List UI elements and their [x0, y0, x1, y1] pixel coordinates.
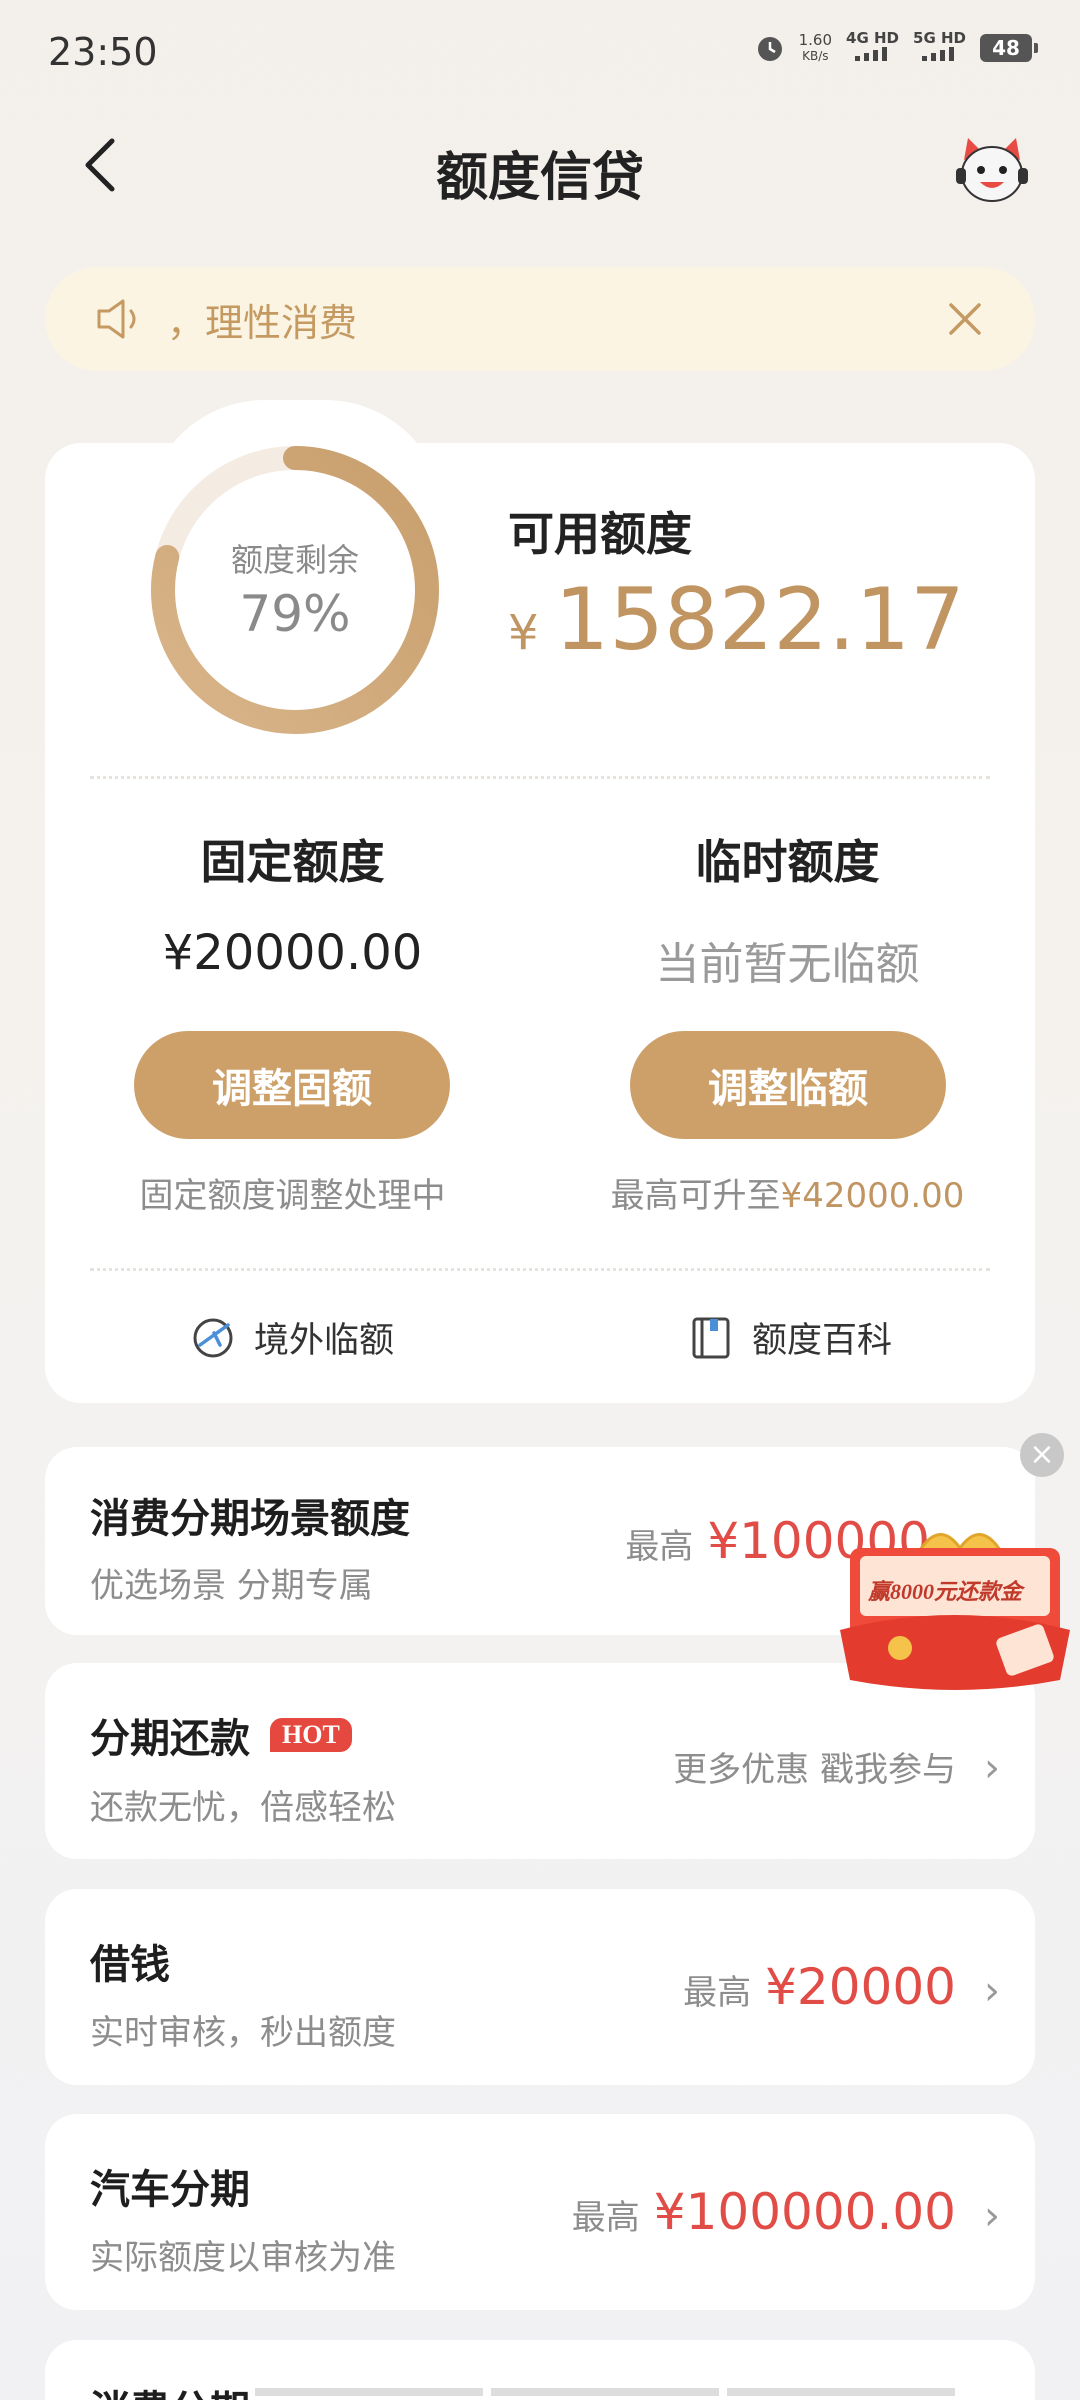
list-item-title: 分期还款 HOT — [90, 1706, 352, 1764]
signal-bars-icon — [854, 47, 887, 61]
currency-symbol: ¥ — [508, 605, 539, 661]
list-item-title: 借钱 — [90, 1942, 170, 1988]
net-speed: 1.60 KB/s — [798, 30, 833, 63]
temp-credit-note: 最高可升至¥42000.00 — [610, 1176, 965, 1216]
list-item-subtitle: 实际额度以审核为准 — [90, 2238, 396, 2278]
status-icons: 1.60 KB/s 4G HD 5G HD 48 — [755, 30, 1038, 65]
red-envelope-promo[interactable] — [830, 1520, 1080, 1700]
credit-wiki-link[interactable]: 额度百科 — [688, 1312, 892, 1363]
notice-banner: ，理性消费 — [45, 267, 1035, 371]
airplane-globe-icon — [193, 1318, 233, 1357]
list-item-title: 消费分期 — [90, 2378, 250, 2400]
gauge-label: 额度剩余 — [230, 541, 359, 579]
battery-indicator: 48 — [980, 33, 1038, 62]
temp-credit-value: 当前暂无临额 — [655, 939, 920, 990]
signal-4g: 4G HD — [846, 30, 899, 65]
available-credit-amount: ¥ 15822.17 — [508, 570, 965, 670]
fixed-credit-note: 固定额度调整处理中 — [139, 1176, 446, 1216]
divider — [90, 776, 990, 779]
mascot-icon — [956, 138, 1028, 202]
chevron-right-icon: › — [984, 1968, 1000, 2014]
notice-text: ，理性消费 — [167, 300, 358, 345]
list-item-title: 消费分期场景额度 — [90, 1496, 410, 1542]
chevron-right-icon: › — [984, 2193, 1000, 2239]
scroll-placeholder-bars — [255, 2388, 955, 2396]
divider — [90, 1268, 990, 1271]
gauge-percent: 79% — [239, 585, 351, 643]
temp-credit-title: 临时额度 — [695, 835, 880, 889]
page-title: 额度信贷 — [435, 148, 644, 208]
available-credit-value: 15822.17 — [554, 570, 965, 670]
list-item-subtitle: 实时审核，秒出额度 — [90, 2013, 396, 2053]
promo-text: 赢8000元还款金 — [868, 1579, 1023, 1604]
fixed-credit-value: ¥20000.00 — [162, 925, 423, 981]
alarm-icon — [757, 36, 782, 61]
customer-service-mascot[interactable] — [952, 130, 1032, 210]
list-item-subtitle: 优选场景 分期专属 — [90, 1566, 373, 1606]
list-item-value: 更多优惠 戳我参与 › — [673, 1745, 1000, 1791]
overseas-temp-credit-link[interactable]: 境外临额 — [190, 1312, 394, 1363]
speaker-icon — [97, 299, 136, 339]
adjust-temp-credit-button[interactable]: 调整临额 — [630, 1031, 946, 1139]
list-item-subtitle: 还款无忧，倍感轻松 — [90, 1788, 396, 1828]
close-icon[interactable] — [945, 299, 985, 339]
promo-close-button[interactable]: × — [1020, 1433, 1064, 1477]
list-item-value: 最高 ¥100000.00 › — [571, 2183, 1000, 2241]
book-icon — [692, 1317, 730, 1358]
fixed-credit-title: 固定额度 — [200, 835, 385, 889]
chevron-right-icon: › — [984, 1745, 1000, 1791]
hot-badge: HOT — [270, 1718, 352, 1752]
status-time: 23:50 — [48, 30, 158, 74]
signal-5g: 5G HD — [913, 30, 966, 65]
available-credit-label: 可用额度 — [508, 507, 692, 561]
signal-bars-icon — [921, 47, 954, 61]
list-item-value: 最高 ¥20000 › — [683, 1958, 1000, 2016]
list-item-title: 汽车分期 — [90, 2167, 250, 2213]
adjust-fixed-credit-button[interactable]: 调整固额 — [134, 1031, 450, 1139]
